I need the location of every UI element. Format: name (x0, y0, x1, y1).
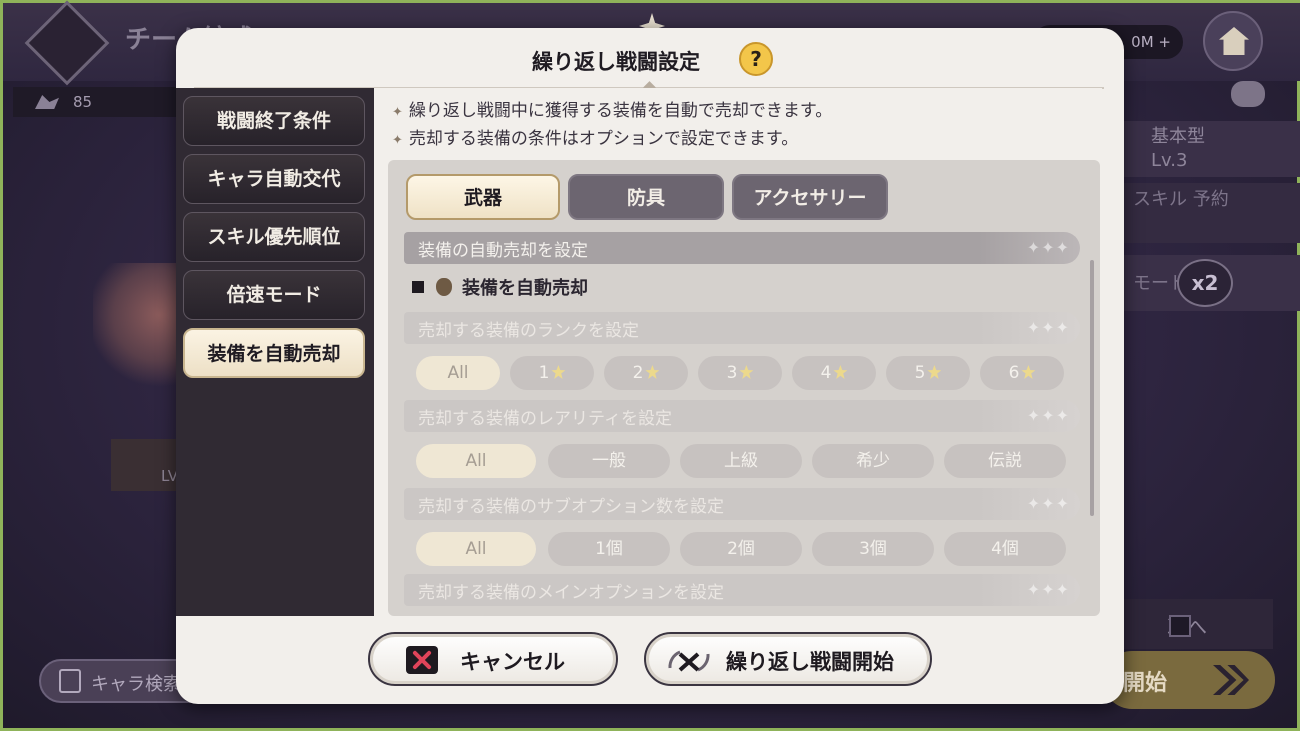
cancel-label: キャンセル (460, 650, 565, 674)
rank-option-6[interactable]: 6 (980, 356, 1064, 390)
rank-value: 5 (914, 363, 926, 383)
suboption-option-4[interactable]: 4個 (944, 532, 1066, 566)
rank-value: 1 (538, 363, 550, 383)
class-level: Lv.3 (1151, 150, 1188, 171)
rank-option-5[interactable]: 5 (886, 356, 970, 390)
sidebar-item-auto-swap[interactable]: キャラ自動交代 (183, 154, 365, 204)
sparkle-icon: ✦ (392, 133, 403, 148)
speed-toggle[interactable]: x2 (1177, 259, 1233, 307)
rank-option-4[interactable]: 4 (792, 356, 876, 390)
section-title: 売却する装備のサブオプション数を設定 (418, 497, 724, 517)
home-button[interactable] (1203, 11, 1263, 71)
sparkle-icon: ✦ (392, 105, 403, 120)
auto-sell-toggle[interactable]: 装備を自動売却 (412, 274, 588, 300)
close-icon (406, 646, 438, 674)
start-repeat-battle-button[interactable]: 繰り返し戦闘開始 (644, 632, 932, 686)
auto-sell-section-header: 装備の自動売却を設定 ✦✦✦ (404, 232, 1080, 264)
section-title: 売却する装備のレアリティを設定 (418, 409, 672, 429)
battle-start-button[interactable]: 開始 (1103, 651, 1275, 709)
rank-value: 4 (820, 363, 832, 383)
settings-sidebar: 戦闘終了条件 キャラ自動交代 スキル優先順位 倍速モード 装備を自動売却 (176, 88, 374, 616)
help-icon[interactable]: ? (739, 42, 773, 76)
rarity-option-all[interactable]: All (416, 444, 536, 478)
class-panel[interactable]: 基本型 Lv.3 (1123, 121, 1300, 177)
sidebar-item-speed-mode[interactable]: 倍速モード (183, 270, 365, 320)
rank-section-header: 売却する装備のランクを設定 ✦✦✦ (404, 312, 1080, 344)
star-icon (833, 365, 848, 379)
suboption-section-header: 売却する装備のサブオプション数を設定 ✦✦✦ (404, 488, 1080, 520)
chat-icon[interactable] (1231, 81, 1265, 107)
auto-sell-label: 装備を自動売却 (462, 278, 588, 299)
rank-option-3[interactable]: 3 (698, 356, 782, 390)
sidebar-item-battle-end[interactable]: 戦闘終了条件 (183, 96, 365, 146)
description-line-2: ✦ 売却する装備の条件はオプションで設定できます。 (392, 124, 798, 149)
settings-content: ✦ 繰り返し戦闘中に獲得する装備を自動で売却できます。 ✦ 売却する装備の条件はオプ… (374, 88, 1102, 616)
repeat-battle-settings-dialog: 繰り返し戦闘設定 ? 戦闘終了条件 キャラ自動交代 スキル優先順位 倍速モード … (176, 28, 1124, 704)
star-icon (645, 365, 660, 379)
mainoption-section-header: 売却する装備のメインオプションを設定 ✦✦✦ (404, 574, 1080, 606)
class-name: 基本型 (1151, 126, 1205, 147)
tab-armor[interactable]: 防具 (568, 174, 724, 220)
money-bag-icon (436, 278, 452, 296)
currency-value: 0M (1131, 33, 1154, 51)
tab-accessory[interactable]: アクセサリー (732, 174, 888, 220)
rarity-option-rare[interactable]: 希少 (812, 444, 934, 478)
sparkle-decoration-icon: ✦✦✦ (1026, 406, 1070, 425)
rarity-option-common[interactable]: 一般 (548, 444, 670, 478)
start-label: 繰り返し戦闘開始 (726, 650, 894, 674)
rank-value: 3 (726, 363, 738, 383)
sidebar-item-auto-sell[interactable]: 装備を自動売却 (183, 328, 365, 378)
description-text: 売却する装備の条件はオプションで設定できます。 (408, 129, 799, 149)
options-panel: 武器 防具 アクセサリー 装備の自動売却を設定 ✦✦✦ 装備を自動売却 売却する装… (388, 160, 1100, 616)
tab-weapon[interactable]: 武器 (406, 174, 560, 220)
rank-option-2[interactable]: 2 (604, 356, 688, 390)
star-icon (1021, 365, 1036, 379)
sparkle-decoration-icon: ✦✦✦ (1026, 238, 1070, 257)
sidebar-item-skill-priority[interactable]: スキル優先順位 (183, 212, 365, 262)
skill-reserve-panel[interactable]: スキル 予約 (1123, 183, 1300, 243)
team-count-value: 85 (73, 93, 93, 111)
rank-option-1[interactable]: 1 (510, 356, 594, 390)
next-checkbox[interactable] (1169, 615, 1191, 637)
star-icon (551, 365, 566, 379)
sparkle-decoration-icon: ✦✦✦ (1026, 580, 1070, 599)
content-scrollbar[interactable] (1090, 260, 1094, 516)
next-toggle[interactable]: 次へ (1123, 599, 1273, 649)
home-icon (1219, 27, 1249, 55)
rarity-option-legend[interactable]: 伝説 (944, 444, 1066, 478)
rarity-section-header: 売却する装備のレアリティを設定 ✦✦✦ (404, 400, 1080, 432)
section-title: 売却する装備のランクを設定 (418, 321, 639, 341)
star-icon (927, 365, 942, 379)
dialog-title: 繰り返し戦闘設定 (532, 50, 700, 74)
team-count: 85 (13, 87, 183, 117)
ship-icon (35, 95, 59, 109)
dialog-header: 繰り返し戦闘設定 ? (176, 28, 1124, 94)
rank-value: 6 (1008, 363, 1020, 383)
description-text: 繰り返し戦闘中に獲得する装備を自動で売却できます。 (408, 101, 833, 121)
suboption-option-2[interactable]: 2個 (680, 532, 802, 566)
rank-value: 2 (632, 363, 644, 383)
checkbox[interactable] (412, 281, 424, 293)
sparkle-decoration-icon: ✦✦✦ (1026, 494, 1070, 513)
rarity-option-advanced[interactable]: 上級 (680, 444, 802, 478)
sparkle-decoration-icon: ✦✦✦ (1026, 318, 1070, 337)
rank-option-all[interactable]: All (416, 356, 500, 390)
suboption-option-3[interactable]: 3個 (812, 532, 934, 566)
search-icon (59, 669, 81, 693)
star-icon (739, 365, 754, 379)
cancel-button[interactable]: キャンセル (368, 632, 618, 686)
crossed-swords-repeat-icon (668, 650, 710, 672)
character-level: LV (111, 439, 181, 491)
section-title: 装備の自動売却を設定 (418, 241, 588, 261)
section-title: 売却する装備のメインオプションを設定 (418, 583, 724, 603)
suboption-option-1[interactable]: 1個 (548, 532, 670, 566)
description-line-1: ✦ 繰り返し戦闘中に獲得する装備を自動で売却できます。 (392, 96, 832, 121)
suboption-option-all[interactable]: All (416, 532, 536, 566)
